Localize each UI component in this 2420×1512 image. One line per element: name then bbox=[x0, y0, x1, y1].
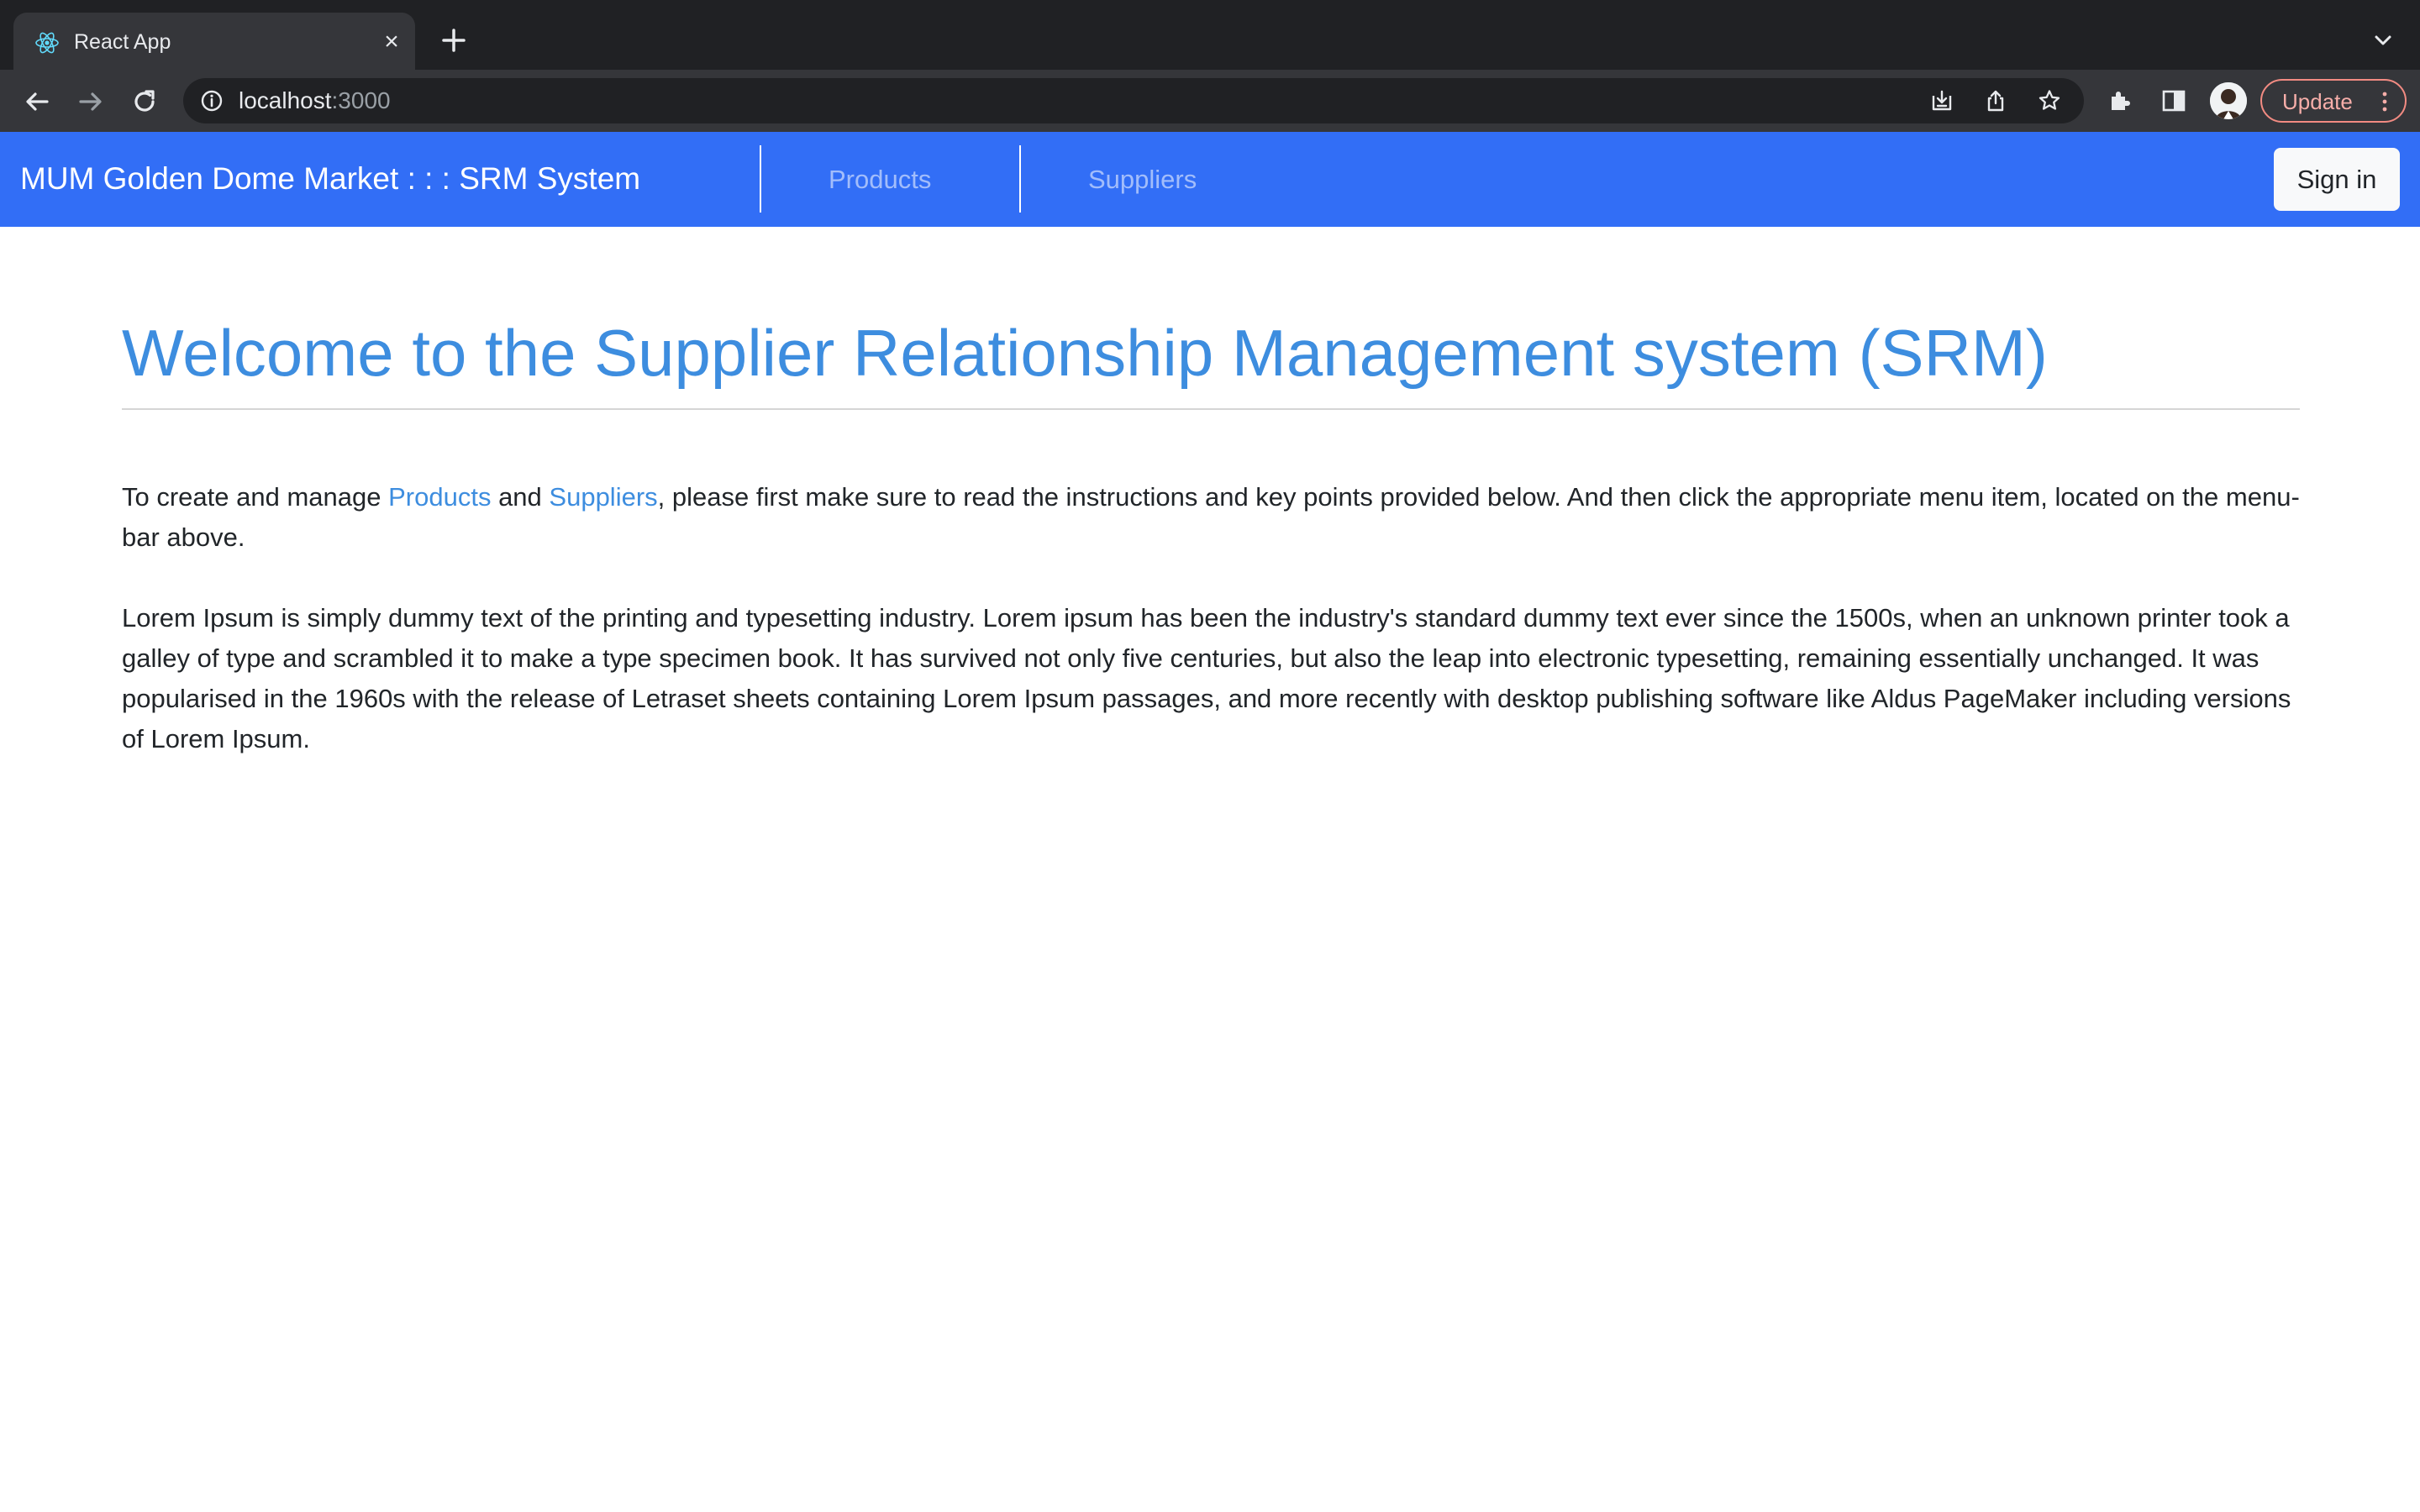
suppliers-link[interactable]: Suppliers bbox=[549, 482, 657, 512]
browser-tabstrip: React App × bbox=[0, 0, 2420, 70]
intro-text-start: To create and manage bbox=[122, 482, 389, 512]
products-link[interactable]: Products bbox=[388, 482, 491, 512]
back-arrow-icon[interactable] bbox=[20, 85, 54, 118]
intro-text-middle: and bbox=[491, 482, 550, 512]
profile-avatar[interactable] bbox=[2210, 82, 2247, 119]
title-divider bbox=[122, 408, 2300, 410]
bookmark-star-icon[interactable] bbox=[2037, 88, 2062, 113]
update-button[interactable]: Update bbox=[2260, 79, 2407, 123]
page-title: Welcome to the Supplier Relationship Man… bbox=[122, 316, 2048, 390]
nav-divider bbox=[1019, 145, 1021, 213]
more-vertical-icon bbox=[2382, 92, 2387, 112]
forward-arrow-icon[interactable] bbox=[74, 85, 108, 118]
url-host: localhost bbox=[239, 87, 332, 113]
brand-link[interactable]: MUM Golden Dome Market : : : SRM System bbox=[20, 160, 640, 197]
side-panel-icon[interactable] bbox=[2160, 87, 2188, 115]
reload-icon[interactable] bbox=[128, 85, 161, 118]
share-icon[interactable] bbox=[1983, 88, 2008, 113]
profile-person-icon bbox=[2210, 82, 2247, 119]
update-label: Update bbox=[2282, 89, 2353, 114]
tab-title: React App bbox=[74, 30, 171, 54]
tab-search-chevron-icon[interactable] bbox=[2368, 25, 2398, 55]
lorem-paragraph: Lorem Ipsum is simply dummy text of the … bbox=[122, 603, 2291, 753]
sign-in-button[interactable]: Sign in bbox=[2274, 148, 2400, 211]
extensions-puzzle-icon[interactable] bbox=[2106, 87, 2134, 115]
install-app-icon[interactable] bbox=[1929, 88, 1954, 113]
app-navbar: MUM Golden Dome Market : : : SRM System … bbox=[0, 132, 2420, 227]
nav-link-suppliers[interactable]: Suppliers bbox=[1088, 164, 1197, 196]
address-bar[interactable]: localhost:3000 bbox=[183, 78, 2084, 123]
url-text[interactable]: localhost:3000 bbox=[239, 87, 391, 114]
sign-in-label: Sign in bbox=[2296, 165, 2377, 194]
browser-toolbar: localhost:3000 Update bbox=[0, 70, 2420, 132]
nav-link-products[interactable]: Products bbox=[829, 164, 931, 196]
tab-close-icon[interactable]: × bbox=[376, 27, 407, 57]
intro-paragraph: To create and manage Products and Suppli… bbox=[122, 477, 2300, 558]
new-tab-plus-icon[interactable] bbox=[437, 24, 471, 57]
nav-divider bbox=[760, 145, 761, 213]
react-logo-icon bbox=[35, 32, 59, 54]
url-port: :3000 bbox=[331, 87, 391, 113]
site-info-icon[interactable] bbox=[200, 89, 224, 113]
browser-tab[interactable]: React App × bbox=[13, 13, 415, 70]
